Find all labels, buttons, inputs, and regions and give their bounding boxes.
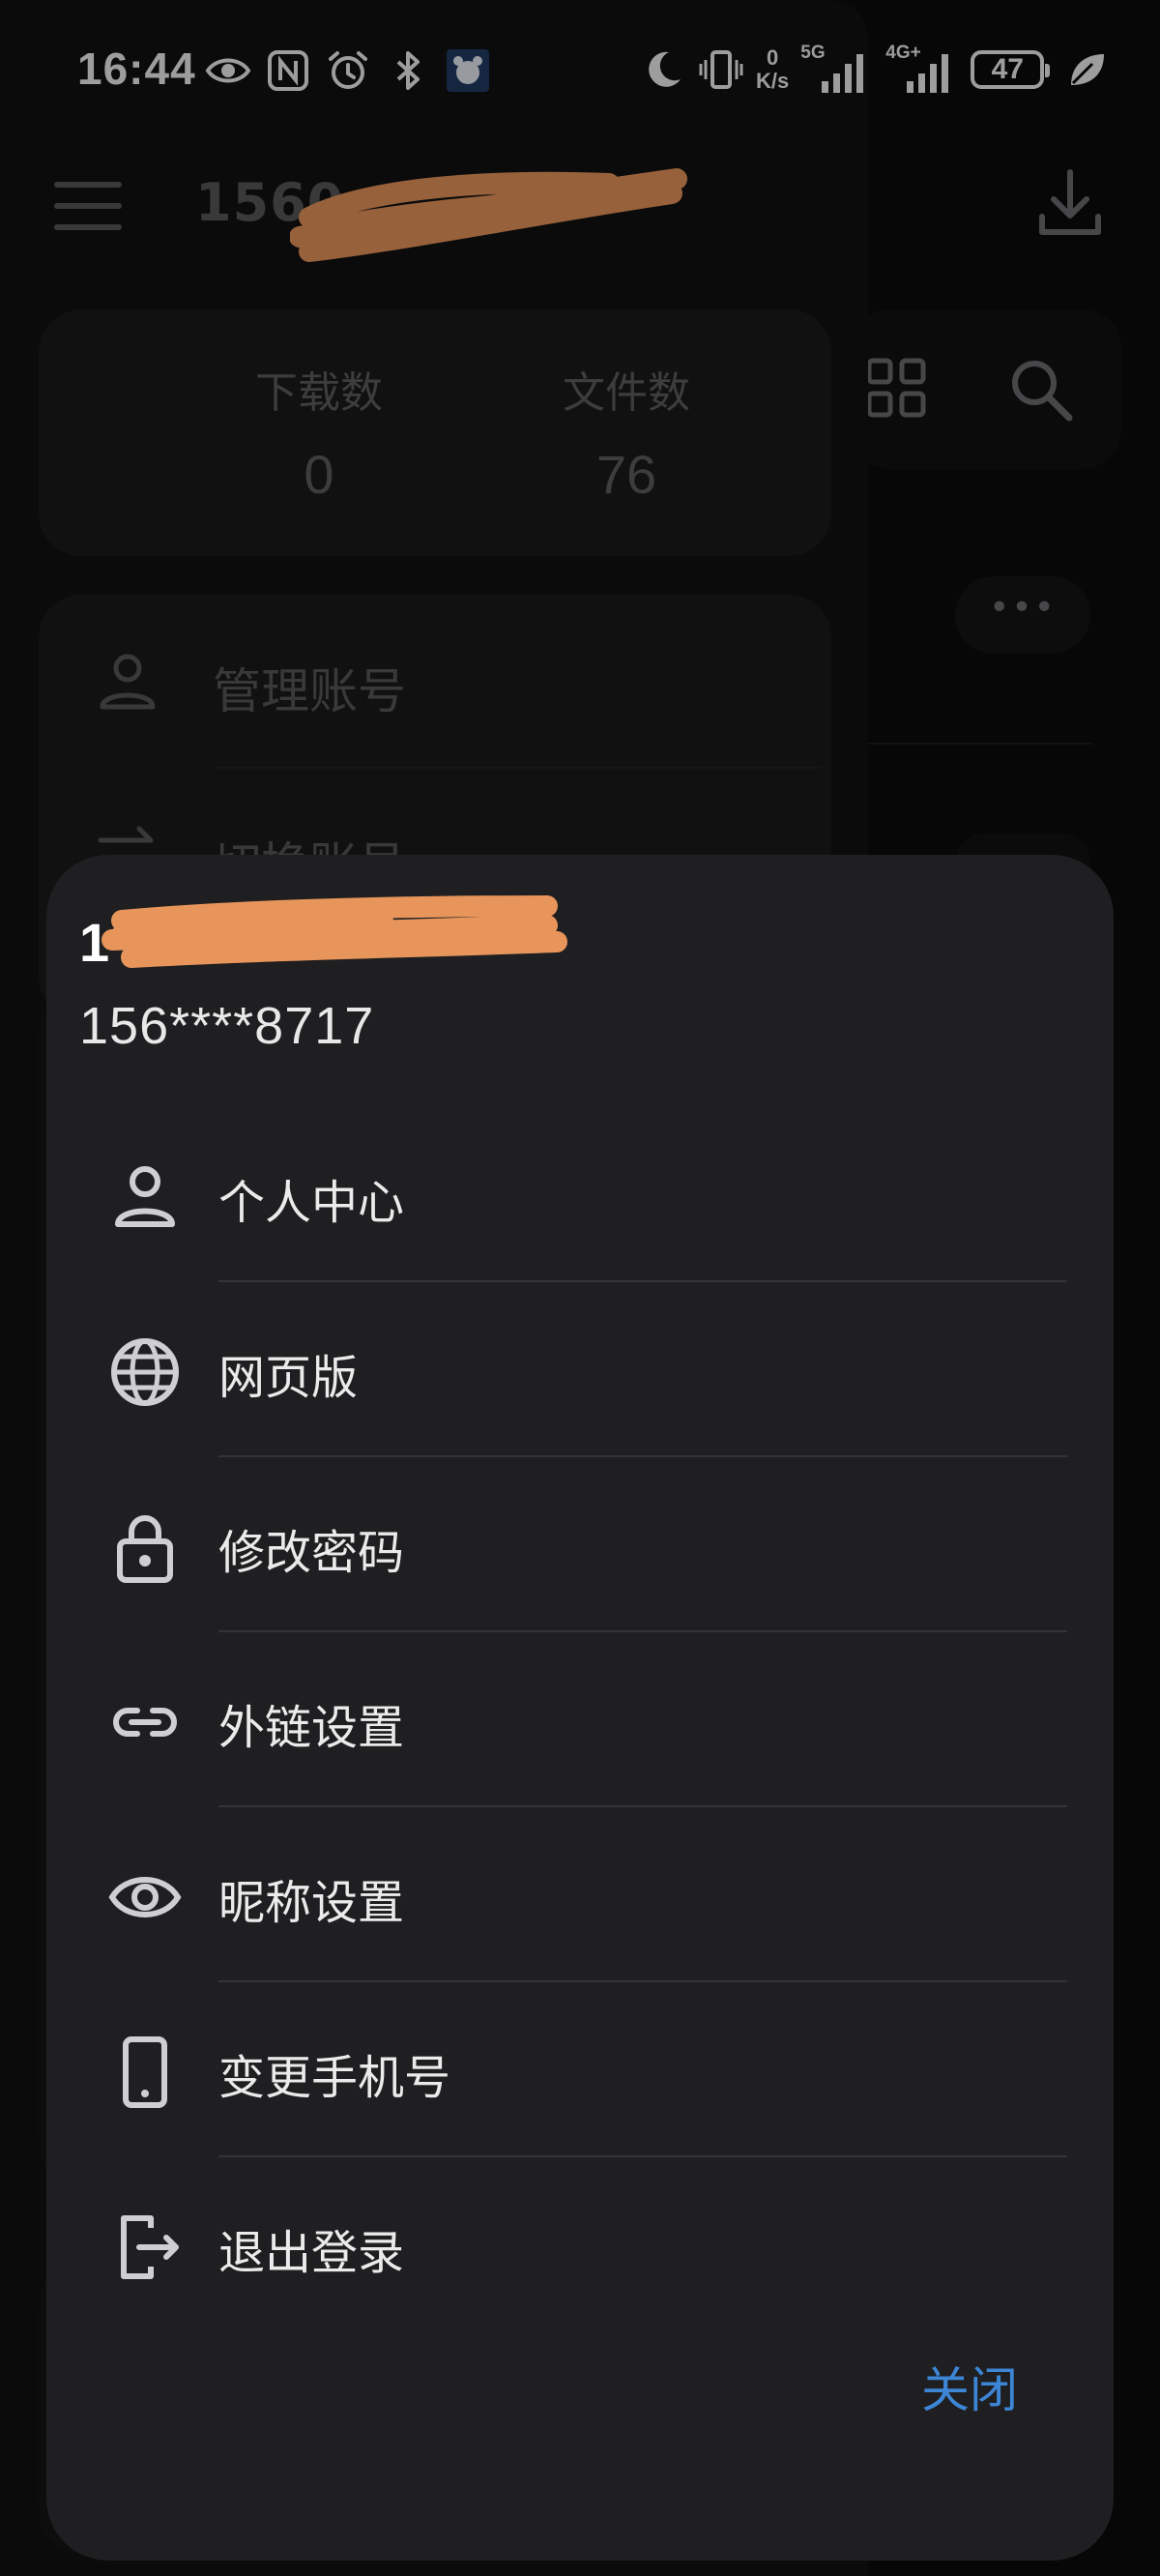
menu-item-label: 个人中心 xyxy=(218,1176,405,1230)
menu-item-label: 退出登录 xyxy=(218,2226,405,2280)
link-icon xyxy=(113,1708,177,1737)
menu-item-profile[interactable]: 个人中心 xyxy=(46,1106,1114,1282)
menu-item-label: 修改密码 xyxy=(218,1526,405,1580)
globe-icon xyxy=(111,1338,179,1406)
menu-item-nickname-settings[interactable]: 昵称设置 xyxy=(46,1806,1114,1982)
menu-item-label: 变更手机号 xyxy=(218,2051,451,2105)
eye-icon xyxy=(108,1877,182,1917)
account-phone: 156****8717 xyxy=(79,997,375,1055)
menu-item-change-password[interactable]: 修改密码 xyxy=(46,1456,1114,1632)
menu-item-label: 昵称设置 xyxy=(218,1876,405,1930)
close-button[interactable]: 关闭 xyxy=(897,2352,1042,2429)
menu-item-change-phone[interactable]: 变更手机号 xyxy=(46,1981,1114,2157)
menu-item-logout[interactable]: 退出登录 xyxy=(46,2156,1114,2331)
menu-item-web-version[interactable]: 网页版 xyxy=(46,1281,1114,1457)
account-menu-sheet: 1 156****8717 个人中心 网页版 修改密码 外链设置 昵称设置 变更… xyxy=(46,855,1114,2561)
menu-item-external-link-settings[interactable]: 外链设置 xyxy=(46,1631,1114,1807)
redaction-scribble xyxy=(102,895,567,968)
person-icon xyxy=(115,1166,175,1227)
logout-icon xyxy=(121,2215,179,2279)
menu-item-label: 网页版 xyxy=(218,1351,359,1405)
menu-item-label: 外链设置 xyxy=(218,1701,405,1755)
phone-icon xyxy=(123,2036,167,2108)
lock-icon xyxy=(117,1515,173,1583)
